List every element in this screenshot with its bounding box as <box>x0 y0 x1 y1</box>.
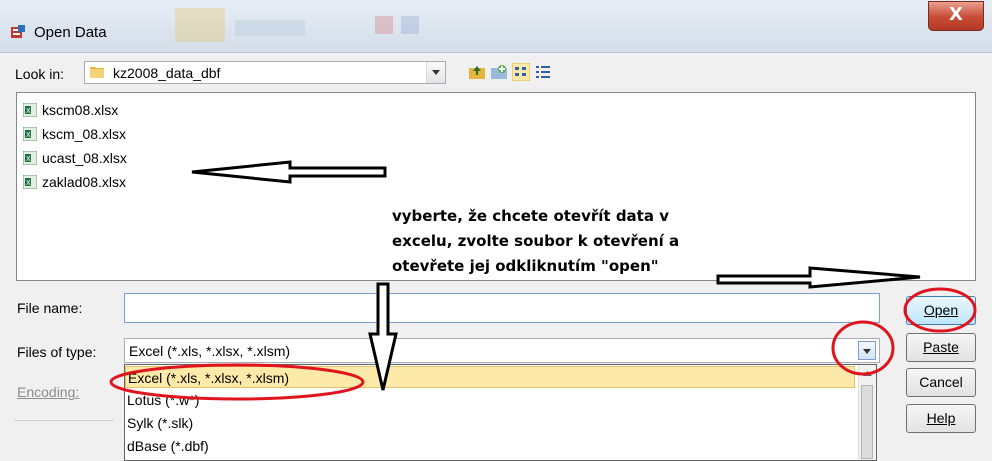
spss-data-icon <box>11 25 25 38</box>
look-in-dropdown-arrow[interactable] <box>426 62 445 83</box>
annotation-text: vyberte, že chcete otevřít data v excelu… <box>392 204 752 279</box>
file-name-input[interactable] <box>124 293 880 323</box>
files-of-type-options[interactable]: Excel (*.xls, *.xlsx, *.xlsm) Lotus (*.w… <box>124 364 877 461</box>
chevron-down-icon <box>863 349 871 354</box>
look-in-label: Look in: <box>15 66 65 82</box>
scroll-up-icon[interactable] <box>859 365 876 382</box>
file-name: ucast_08.xlsx <box>42 150 127 166</box>
annotation-line: otevřete jej odkliknutím "open" <box>392 257 659 275</box>
help-button[interactable]: Help <box>906 404 976 433</box>
files-of-type-combo[interactable]: Excel (*.xls, *.xlsx, *.xlsm) <box>124 338 880 363</box>
annotation-line: vyberte, že chcete otevřít data v <box>392 207 669 225</box>
open-button[interactable]: Open <box>906 296 976 325</box>
look-in-combo[interactable]: kz2008_data_dbf <box>84 61 446 84</box>
svg-text:X: X <box>26 107 31 115</box>
paste-button[interactable]: Paste <box>906 333 976 362</box>
scrollbar-thumb[interactable] <box>861 385 873 459</box>
files-of-type-label: Files of type: <box>17 344 97 360</box>
file-name: zaklad08.xlsx <box>42 174 127 190</box>
file-name: kscm08.xlsx <box>42 102 119 118</box>
encoding-label: Encoding: <box>17 384 80 400</box>
files-of-type-value: Excel (*.xls, *.xlsx, *.xlsm) <box>129 343 291 359</box>
option-dbase[interactable]: dBase (*.dbf) <box>125 435 855 457</box>
cancel-button[interactable]: Cancel <box>906 368 976 397</box>
excel-file-icon: X <box>23 127 37 141</box>
background-toolbar-ghost <box>175 8 419 42</box>
close-icon: X <box>949 4 963 25</box>
option-excel[interactable]: Excel (*.xls, *.xlsx, *.xlsm) <box>125 366 855 388</box>
up-folder-icon[interactable] <box>468 63 486 81</box>
excel-file-icon: X <box>23 175 37 189</box>
list-view-icon[interactable] <box>512 63 530 81</box>
file-name: kscm_08.xlsx <box>42 126 127 142</box>
new-folder-icon[interactable] <box>490 63 508 81</box>
files-of-type-dropdown-arrow[interactable] <box>858 341 876 360</box>
details-view-icon[interactable] <box>534 63 552 81</box>
look-in-value: kz2008_data_dbf <box>113 65 221 81</box>
dropdown-scrollbar[interactable] <box>858 365 876 460</box>
divider <box>14 420 114 421</box>
annotation-line: excelu, zvolte soubor k otevření a <box>392 232 680 250</box>
file-name-label: File name: <box>17 300 83 316</box>
folder-icon <box>90 67 104 78</box>
option-sylk[interactable]: Sylk (*.slk) <box>125 412 855 434</box>
close-button[interactable]: X <box>928 1 984 31</box>
svg-text:X: X <box>26 179 31 187</box>
svg-text:X: X <box>26 131 31 139</box>
excel-file-icon: X <box>23 103 37 117</box>
option-lotus[interactable]: Lotus (*.w*) <box>125 389 855 411</box>
excel-file-icon: X <box>23 151 37 165</box>
chevron-down-icon <box>432 70 440 75</box>
window-title: Open Data <box>34 24 107 41</box>
svg-text:X: X <box>26 155 31 163</box>
